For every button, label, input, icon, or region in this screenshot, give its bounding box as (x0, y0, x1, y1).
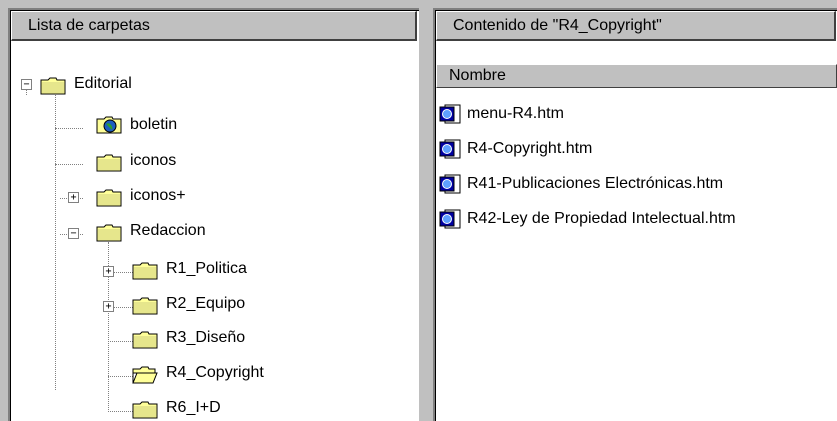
tree-item-iconos-plus[interactable]: + iconos+ (10, 183, 310, 209)
file-name: R41-Publicaciones Electrónicas.htm (467, 175, 724, 192)
folder-list-pane: Lista de carpetas − Editorial boletin ic… (8, 8, 419, 421)
html-file-icon (439, 209, 461, 229)
tree-item-label: R3_Diseño (166, 329, 246, 346)
tree-item-redaccion[interactable]: − Redaccion (10, 218, 310, 244)
folder-icon (132, 297, 158, 315)
tree-item-editorial[interactable]: − Editorial (10, 71, 310, 97)
tree-item-label: iconos (130, 152, 177, 169)
folder-tree: − Editorial boletin iconos + iconos+ − R… (10, 10, 419, 421)
folder-icon (132, 331, 158, 349)
folder-contents-header: Contenido de "R4_Copyright" (436, 11, 836, 41)
expand-toggle[interactable]: + (103, 266, 114, 277)
html-file-icon (439, 104, 461, 124)
tree-item-label: R4_Copyright (166, 364, 264, 381)
tree-item-r6-id[interactable]: R6_I+D (10, 395, 310, 421)
tree-item-r4-copyright[interactable]: R4_Copyright (10, 360, 310, 386)
file-name: R42-Ley de Propiedad Intelectual.htm (467, 210, 736, 227)
tree-item-label: Editorial (74, 75, 132, 92)
expand-toggle[interactable]: + (103, 301, 114, 312)
folder-icon (96, 189, 122, 207)
tree-item-r1-politica[interactable]: + R1_Politica (10, 256, 310, 282)
tree-item-label: R1_Politica (166, 260, 247, 277)
tree-item-label: boletin (130, 116, 178, 133)
globe-folder-icon (96, 116, 122, 134)
html-file-icon (439, 139, 461, 159)
tree-item-label: R6_I+D (166, 399, 221, 416)
folder-icon (96, 224, 122, 242)
tree-item-r3-diseno[interactable]: R3_Diseño (10, 325, 310, 351)
open-folder-icon (132, 366, 158, 384)
file-name: menu-R4.htm (467, 105, 564, 122)
folder-icon (96, 154, 122, 172)
folder-icon (40, 77, 66, 95)
folder-icon (132, 262, 158, 280)
tree-item-label: Redaccion (130, 222, 206, 239)
html-file-icon (439, 174, 461, 194)
file-name: R4-Copyright.htm (467, 140, 593, 157)
column-header-name[interactable]: Nombre (436, 64, 837, 88)
folder-icon (132, 401, 158, 419)
tree-item-iconos[interactable]: iconos (10, 148, 310, 174)
collapse-toggle[interactable]: − (68, 228, 79, 239)
folder-contents-pane: Contenido de "R4_Copyright" Nombre menu-… (433, 8, 837, 421)
collapse-toggle[interactable]: − (21, 79, 32, 90)
expand-toggle[interactable]: + (68, 192, 79, 203)
tree-item-r2-equipo[interactable]: + R2_Equipo (10, 291, 310, 317)
tree-item-label: iconos+ (130, 187, 186, 204)
tree-item-label: R2_Equipo (166, 295, 246, 312)
pane-splitter[interactable] (419, 8, 433, 421)
tree-item-boletin[interactable]: boletin (10, 112, 310, 138)
